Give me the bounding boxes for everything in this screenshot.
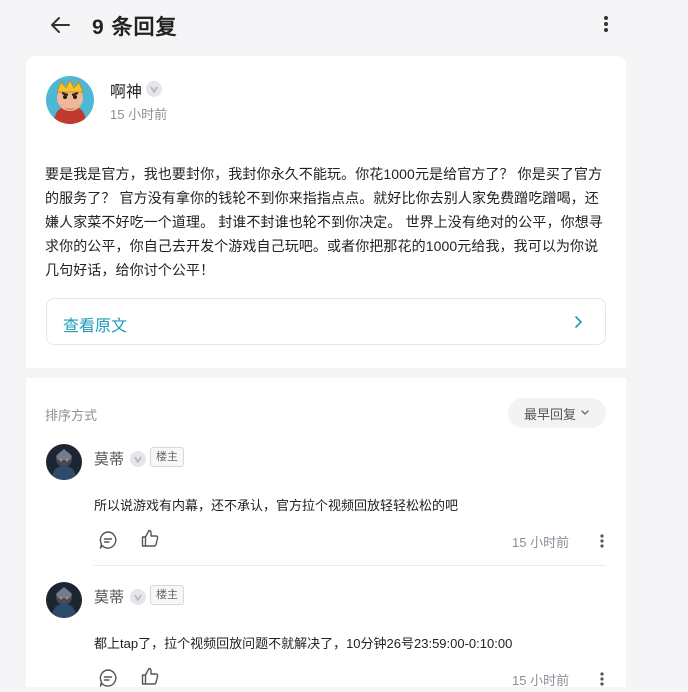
sort-value: 最早回复 bbox=[523, 406, 576, 422]
more-vertical-icon bbox=[604, 16, 608, 32]
chevron-down-icon bbox=[581, 410, 589, 415]
post-time: 15 小时前 bbox=[110, 107, 168, 122]
reply-button[interactable] bbox=[96, 528, 120, 552]
comment-author-avatar[interactable] bbox=[46, 444, 82, 480]
op-tag: 楼主 bbox=[150, 585, 184, 605]
sort-dropdown[interactable]: 最早回复 bbox=[508, 398, 606, 428]
more-vertical-icon bbox=[600, 672, 604, 686]
page-title: 9 条回复 bbox=[92, 16, 178, 39]
comment-divider bbox=[94, 565, 606, 566]
comment-author-name[interactable]: 莫蒂 bbox=[94, 448, 124, 469]
comment-more-button[interactable] bbox=[594, 531, 610, 551]
like-button[interactable] bbox=[138, 526, 162, 550]
view-original-button[interactable]: 查看原文 bbox=[46, 298, 606, 345]
post-body-text: 要是我是官方，我也要封你，我封你永久不能玩。你花1000元是给官方了？ 你是买了… bbox=[45, 166, 603, 278]
comment-text: 都上tap了，拉个视频回放问题不就解决了，10分钟26号23:59:00-0:1… bbox=[94, 636, 513, 651]
like-button[interactable] bbox=[138, 664, 162, 688]
comment-text: 所以说游戏有内幕，还不承认，官方拉个视频回放轻轻松松的吧 bbox=[94, 498, 459, 513]
top-bar: 9 条回复 bbox=[0, 0, 688, 52]
comment-icon bbox=[99, 531, 117, 549]
verified-badge-icon bbox=[130, 451, 146, 467]
comment-item: 莫蒂 楼主 都上tap了，拉个视频回放问题不就解决了，10分钟26号23:59:… bbox=[26, 582, 626, 692]
back-button[interactable] bbox=[44, 10, 76, 40]
post-card: 啊神 15 小时前 要是我是官方，我也要封你，我封你永久不能玩。你花1000元是… bbox=[26, 56, 626, 368]
post-author-avatar[interactable] bbox=[46, 76, 94, 124]
verified-badge-icon bbox=[146, 81, 162, 97]
post-author-name[interactable]: 啊神 bbox=[110, 78, 142, 102]
verified-badge-icon bbox=[130, 589, 146, 605]
comment-author-avatar[interactable] bbox=[46, 582, 82, 618]
op-tag: 楼主 bbox=[150, 447, 184, 467]
comment-item: 莫蒂 楼主 所以说游戏有内幕，还不承认，官方拉个视频回放轻轻松松的吧 15 小时… bbox=[26, 444, 626, 564]
view-original-label: 查看原文 bbox=[63, 318, 128, 335]
comment-time: 15 小时前 bbox=[512, 673, 570, 688]
comment-icon bbox=[99, 669, 117, 687]
back-arrow-icon bbox=[51, 17, 70, 33]
chevron-right-icon bbox=[575, 316, 582, 328]
comments-card: 排序方式 最早回复 莫蒂 楼主 所以说游戏有内幕，还不承认，官方拉个视频回放轻轻… bbox=[26, 378, 626, 688]
more-vertical-icon bbox=[600, 534, 604, 548]
thumbs-up-icon bbox=[141, 667, 159, 685]
thumbs-up-icon bbox=[141, 529, 159, 547]
more-options-button[interactable] bbox=[594, 10, 618, 38]
sort-label: 排序方式 bbox=[45, 408, 98, 423]
comment-time: 15 小时前 bbox=[512, 535, 570, 550]
reply-button[interactable] bbox=[96, 666, 120, 690]
comment-more-button[interactable] bbox=[594, 669, 610, 689]
comment-author-name[interactable]: 莫蒂 bbox=[94, 586, 124, 607]
